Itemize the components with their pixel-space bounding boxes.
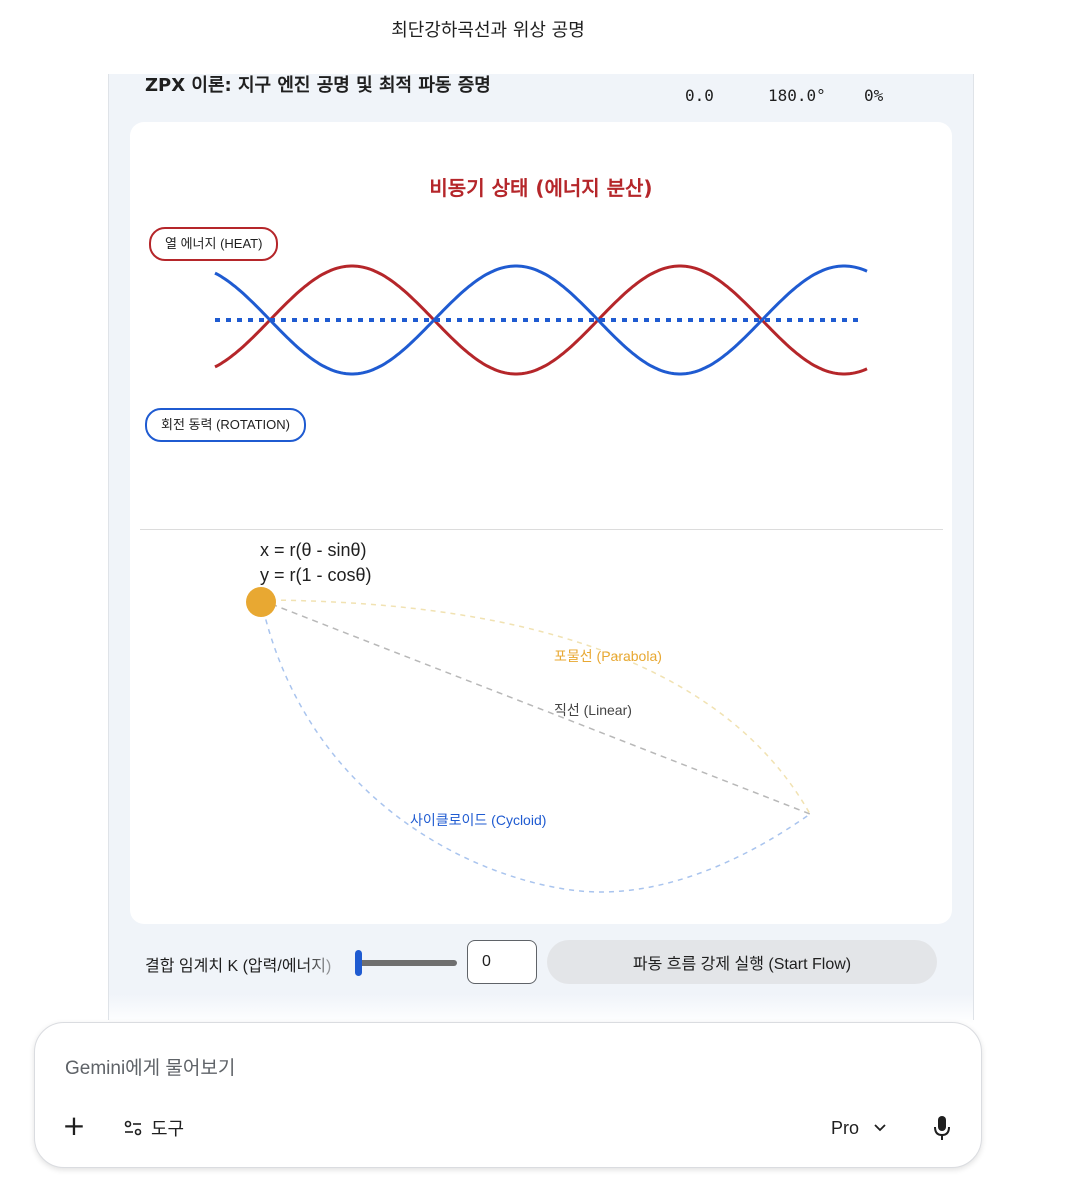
- start-flow-button[interactable]: 파동 흐름 강제 실행 (Start Flow): [547, 940, 937, 984]
- linear-label: 직선 (Linear): [554, 702, 632, 718]
- stat-value-3: 0%: [864, 86, 884, 105]
- bottom-fade: [109, 994, 973, 1024]
- visualization-card: 비동기 상태 (에너지 분산) 열 에너지 (HEAT) 회전 동력 (ROTA…: [130, 122, 952, 924]
- prompt-composer: Gemini에게 물어보기 + 도구 Pro: [34, 1022, 982, 1168]
- app-heading: ZPX 이론: 지구 엔진 공명 및 최적 파동 증명: [145, 75, 491, 96]
- formula-y: y = r(1 - cosθ): [260, 565, 372, 585]
- cycloid-path: [260, 599, 811, 893]
- heat-energy-label: 열 에너지 (HEAT): [149, 227, 279, 261]
- page-title: 최단강하곡선과 위상 공명: [391, 20, 585, 41]
- cycloid-label: 사이클로이드 (Cycloid): [410, 812, 547, 828]
- stat-value-1: 0.0: [685, 86, 714, 105]
- tools-icon: [124, 1120, 142, 1136]
- model-selector[interactable]: Pro: [831, 1115, 887, 1141]
- tools-button[interactable]: 도구: [123, 1115, 184, 1141]
- coupling-slider-track[interactable]: [357, 960, 457, 966]
- formula-x: x = r(θ - sinθ): [260, 540, 367, 560]
- stat-value-2: 180.0°: [768, 86, 826, 105]
- chevron-down-icon: [874, 1124, 886, 1132]
- coupling-value-input[interactable]: [467, 940, 537, 984]
- tools-label: 도구: [151, 1119, 185, 1140]
- plus-icon[interactable]: +: [61, 1111, 87, 1141]
- mic-icon[interactable]: [931, 1113, 953, 1143]
- controls-bar: 결합 임계치 K (압력/에너지) 파동 흐름 강제 실행 (Start Flo…: [109, 940, 973, 988]
- state-title: 비동기 상태 (에너지 분산): [429, 176, 653, 200]
- linear-path: [260, 599, 811, 815]
- model-label: Pro: [831, 1117, 860, 1138]
- rolling-ball: [246, 587, 276, 617]
- app-frame: ZPX 이론: 지구 엔진 공명 및 최적 파동 증명 0.0 180.0° 0…: [108, 74, 974, 1024]
- parabola-label: 포물선 (Parabola): [554, 648, 662, 664]
- rotation-power-label: 회전 동력 (ROTATION): [145, 408, 306, 442]
- divider: [140, 529, 943, 530]
- label-fade: [305, 946, 349, 980]
- prompt-input[interactable]: Gemini에게 물어보기: [65, 1053, 235, 1080]
- coupling-slider-thumb[interactable]: [355, 950, 362, 976]
